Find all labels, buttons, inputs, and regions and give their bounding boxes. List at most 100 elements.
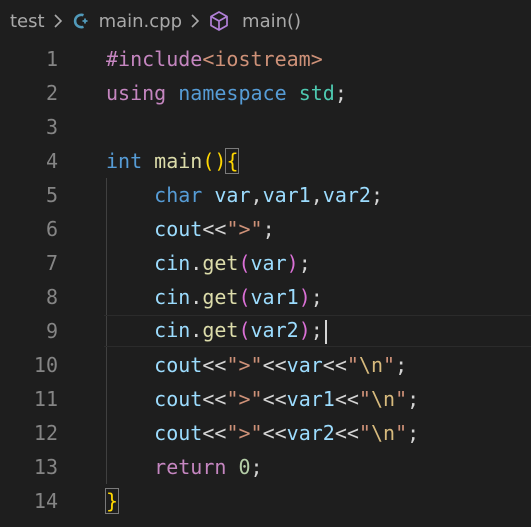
code-editor[interactable]: 1 #include<iostream> 2 using namespace std;… [0,42,531,527]
code-token: get [202,285,239,309]
chevron-right-icon [190,13,200,29]
code-token: var2 [322,183,371,207]
code-token: #include [106,47,203,71]
code-token: ; [370,183,383,207]
code-token: ">" [226,353,263,377]
code-line[interactable]: 1 #include<iostream> [0,42,531,76]
code-token: ; [395,353,408,377]
code-line[interactable]: 6 cout<<">"; [0,212,531,246]
cpp-file-icon [71,11,91,31]
code-text: cout<<">"<<var1<<"\n"; [106,387,419,411]
code-token: " [358,421,371,445]
code-line[interactable]: 11 cout<<">"<<var1<<"\n"; [0,382,531,416]
code-token: return [154,455,227,479]
code-token: namespace [178,81,287,105]
code-line[interactable]: 13 return 0; [0,450,531,484]
code-token: \n [358,353,384,377]
breadcrumb-file-label: main.cpp [98,10,183,32]
code-line[interactable]: 8 cin.get(var1); [0,280,531,314]
code-token: ">" [226,387,263,411]
breadcrumb: test main.cpp main() [0,0,531,42]
code-line[interactable]: 7 cin.get(var); [0,246,531,280]
code-token: cout [154,387,203,411]
code-token: var1 [250,285,299,309]
breadcrumb-symbol-label: main() [242,10,302,32]
code-token: \n [370,387,396,411]
code-token: 0 [238,455,251,479]
breadcrumb-folder[interactable]: test [10,11,45,32]
code-token: () [202,149,227,173]
code-token: ) [298,285,311,309]
code-text: char var,var1,var2; [106,183,383,207]
code-token: << [202,421,227,445]
code-token: . [190,251,203,275]
line-number: 8 [45,285,58,309]
line-number: 3 [45,115,58,139]
code-token: " [358,387,371,411]
code-token: var [250,251,287,275]
line-number: 2 [45,81,58,105]
code-token: . [190,285,203,309]
code-token: main [154,149,203,173]
line-number: 10 [33,353,58,377]
code-token: get [202,318,239,343]
line-number: 1 [45,47,58,71]
line-number: 14 [33,489,58,513]
code-token: ">" [226,421,263,445]
code-token: ; [310,318,323,343]
code-line[interactable]: 5 char var,var1,var2; [0,178,531,212]
code-token: << [262,353,287,377]
code-token: . [190,318,203,343]
code-token: \n [370,421,396,445]
code-token: int [106,149,143,173]
code-token: var1 [262,183,311,207]
code-text: cout<<">"<<var2<<"\n"; [106,421,419,445]
code-line[interactable]: 10 cout<<">"<<var<<"\n"; [0,348,531,382]
code-token: , [250,183,263,207]
code-text: cout<<">"<<var<<"\n"; [106,353,407,377]
code-token: ; [334,81,347,105]
code-line[interactable]: 4 int main(){ [0,144,531,178]
code-token: << [334,387,359,411]
code-token: ">" [226,217,263,241]
breadcrumb-symbol[interactable]: main() [208,10,301,32]
code-line[interactable]: 14} [0,484,531,518]
code-line[interactable]: 2 using namespace std; [0,76,531,110]
code-text: } [104,488,120,514]
code-token: var [286,353,323,377]
code-text: cout<<">"; [106,217,274,241]
code-token: ( [238,318,251,343]
code-token: " [383,353,396,377]
code-line[interactable]: 12 cout<<">"<<var2<<"\n"; [0,416,531,450]
code-token: << [262,387,287,411]
code-token: ; [250,455,263,479]
code-line[interactable]: 9 cin.get(var2); [0,314,531,348]
code-token: cin [154,251,191,275]
code-token: " [346,353,359,377]
line-number: 7 [45,251,58,275]
code-line[interactable]: 3 [0,110,531,144]
code-token: << [202,387,227,411]
line-number: 9 [45,319,58,343]
matched-bracket: { [225,148,240,174]
code-token: cout [154,421,203,445]
breadcrumb-file[interactable]: main.cpp [71,11,182,32]
line-number: 12 [33,421,58,445]
code-token: ; [310,285,323,309]
code-text: return 0; [106,455,263,479]
line-number: 5 [45,183,58,207]
code-token: cin [154,318,191,343]
code-text: cin.get(var1); [106,285,323,309]
